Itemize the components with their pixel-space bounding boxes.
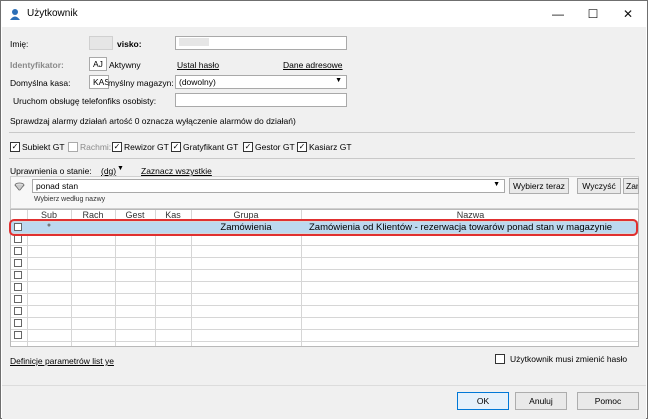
row-checkbox[interactable] xyxy=(14,235,22,243)
row-checkbox[interactable] xyxy=(14,331,22,339)
module-subiekt-checkbox[interactable]: ✓ Subiekt GT xyxy=(10,142,65,152)
close-button[interactable]: ✕ xyxy=(611,1,645,27)
search-hint: Wybierz według nazwy xyxy=(34,196,106,203)
list-parameters-link[interactable]: Definicje parametrów list ye xyxy=(10,356,114,366)
module-subiekt-label: Subiekt GT xyxy=(22,142,65,152)
module-gestor-label: Gestor GT xyxy=(255,142,295,152)
module-gestor-checkbox[interactable]: ✓ Gestor GT xyxy=(243,142,295,152)
divider xyxy=(9,132,635,133)
window-title: Użytkownik xyxy=(27,8,78,19)
row-checkbox[interactable] xyxy=(14,295,22,303)
last-name-label: visko: xyxy=(117,39,142,49)
grid-line xyxy=(11,245,638,246)
default-cash-input[interactable]: KAS xyxy=(89,75,109,89)
select-all-link[interactable]: Zaznacz wszystkie xyxy=(141,166,212,176)
must-change-password-label: Użytkownik musi zmienić hasło xyxy=(510,354,628,364)
filter-icon xyxy=(14,182,25,191)
module-rewizor-checkbox[interactable]: ✓ Rewizor GT xyxy=(112,142,169,152)
user-dialog: Użytkownik — ☐ ✕ Imię: visko: Identyfika… xyxy=(0,0,648,419)
grid-line xyxy=(11,329,638,330)
set-password-link[interactable]: Ustal hasło xyxy=(177,60,219,70)
grid-line xyxy=(11,305,638,306)
chevron-down-icon[interactable]: ▼ xyxy=(117,165,124,172)
identifier-label: Identyfikator: xyxy=(10,60,64,70)
close-panel-button[interactable]: Zamknij xyxy=(623,178,639,194)
module-gratyfikant-checkbox[interactable]: ✓ Gratyfikant GT xyxy=(171,142,238,152)
row-checkbox[interactable] xyxy=(14,247,22,255)
maximize-button[interactable]: ☐ xyxy=(576,1,610,27)
row-checkbox[interactable] xyxy=(14,271,22,279)
row-checkbox[interactable] xyxy=(14,283,22,291)
module-kasiarz-checkbox[interactable]: ✓ Kasiarz GT xyxy=(297,142,352,152)
checkbox-checked-icon: ✓ xyxy=(243,142,253,152)
row-checkbox[interactable] xyxy=(14,307,22,315)
chevron-down-icon: ▼ xyxy=(335,77,342,84)
search-value: ponad stan xyxy=(36,181,79,191)
grid-line xyxy=(11,293,638,294)
module-rewizor-label: Rewizor GT xyxy=(124,142,169,152)
grid-line xyxy=(11,317,638,318)
alarm-text: Sprawdzaj alarmy działań artość 0 oznacz… xyxy=(10,116,296,126)
default-warehouse-select[interactable]: (dowolny) ▼ xyxy=(175,75,347,89)
permissions-label: Uprawnienia o stanie: xyxy=(10,166,92,176)
row-checkbox[interactable] xyxy=(14,319,22,327)
cancel-button[interactable]: Anuluj xyxy=(515,392,567,410)
identifier-input[interactable]: AJ xyxy=(89,57,107,71)
user-app-icon xyxy=(10,9,20,20)
grid-line xyxy=(11,257,638,258)
last-name-input[interactable] xyxy=(175,36,347,50)
permissions-filter-link[interactable]: (dg) xyxy=(101,166,116,176)
module-gratyfikant-label: Gratyfikant GT xyxy=(183,142,239,152)
grid-line xyxy=(11,269,638,270)
checkbox-empty-icon xyxy=(68,142,78,152)
chevron-down-icon: ▼ xyxy=(493,181,500,188)
first-name-label: Imię: xyxy=(10,39,29,49)
default-warehouse-label: myślny magazyn: xyxy=(108,78,174,88)
minimize-button[interactable]: — xyxy=(541,1,575,27)
module-rachmistrz-label: Rachmi: xyxy=(80,142,112,152)
grid-line xyxy=(11,281,638,282)
address-data-link[interactable]: Dane adresowe xyxy=(283,60,343,70)
search-input[interactable]: ponad stan ▼ xyxy=(32,179,505,193)
highlight-frame xyxy=(9,219,638,236)
row-checkbox[interactable] xyxy=(14,259,22,267)
phone-label: Uruchom obsługę telefonfiks osobisty: xyxy=(13,96,157,106)
choose-now-button[interactable]: Wybierz teraz xyxy=(509,178,569,194)
checkbox-checked-icon: ✓ xyxy=(171,142,181,152)
checkbox-checked-icon: ✓ xyxy=(112,142,122,152)
checkbox-checked-icon: ✓ xyxy=(10,142,20,152)
active-label: Aktywny xyxy=(109,60,141,70)
must-change-password-checkbox[interactable]: Użytkownik musi zmienić hasło xyxy=(495,354,627,364)
phone-input[interactable] xyxy=(175,93,347,107)
title-bar: Użytkownik — ☐ ✕ xyxy=(1,1,647,27)
help-button[interactable]: Pomoc xyxy=(577,392,639,410)
clear-button[interactable]: Wyczyść xyxy=(577,178,621,194)
checkbox-empty-icon xyxy=(495,354,505,364)
first-name-input[interactable] xyxy=(89,36,113,50)
default-cash-label: Domyślna kasa: xyxy=(10,78,71,88)
grid-line xyxy=(11,341,638,342)
checkbox-checked-icon: ✓ xyxy=(297,142,307,152)
divider xyxy=(9,158,635,159)
module-kasiarz-label: Kasiarz GT xyxy=(309,142,352,152)
default-warehouse-value: (dowolny) xyxy=(179,77,216,87)
module-rachmistrz-checkbox[interactable]: Rachmi: xyxy=(68,142,111,152)
ok-button[interactable]: OK xyxy=(457,392,509,410)
